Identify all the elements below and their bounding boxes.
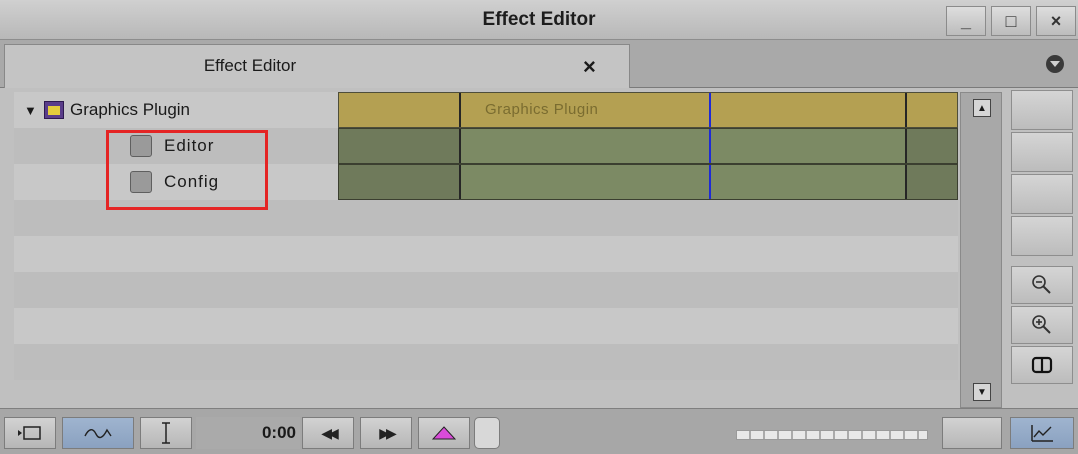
zoom-out-button[interactable] [1011,266,1073,304]
tree-item-label: Graphics Plugin [70,100,191,119]
minimize-icon: _ [960,10,971,31]
track-graphics-plugin[interactable]: Graphics Plugin [338,92,958,128]
graph-view-button[interactable] [1010,417,1074,449]
position-indicator [709,129,711,163]
track-editor[interactable] [338,128,958,164]
side-tool-button[interactable] [1011,174,1073,214]
keyframe-graph-button[interactable] [62,417,134,449]
row-stripe [14,344,958,380]
rewind-icon: ◀◀ [321,424,338,441]
track-divider [459,129,461,163]
row-stripe [14,272,958,308]
bottom-toolbar: 0:00 ◀◀ ▶▶ [0,408,1078,454]
rewind-button[interactable]: ◀◀ [302,417,354,449]
graph-icon [1031,425,1053,442]
track-divider [905,129,907,163]
track-view-button[interactable] [4,417,56,449]
side-toolbar [1008,88,1078,408]
track-divider [459,93,461,127]
track-config[interactable] [338,164,958,200]
side-tool-button[interactable] [1011,132,1073,172]
fast-forward-icon: ▶▶ [379,424,396,441]
text-cursor-button[interactable] [140,417,192,449]
track-divider [905,165,907,199]
tab-label: Effect Editor [203,56,297,75]
track-divider [459,165,461,199]
close-button[interactable]: × [1036,6,1076,36]
tab-close-icon[interactable]: × [583,54,596,80]
tab-effect-editor[interactable]: Effect Editor × [4,44,630,88]
side-tool-button[interactable] [1011,216,1073,256]
vertical-scrollbar[interactable]: ▲ ▼ [960,92,1002,408]
maximize-button[interactable]: □ [991,6,1031,36]
keyframe-triangle-icon [432,426,456,440]
fast-forward-button[interactable]: ▶▶ [360,417,412,449]
tree-item-graphics-plugin[interactable]: ▼ Graphics Plugin [14,92,338,128]
expand-triangle-icon[interactable]: ▼ [24,103,40,118]
ibeam-icon [162,422,170,444]
zoom-out-icon [1032,275,1051,294]
row-stripe [14,308,958,344]
side-tool-button[interactable] [1011,90,1073,130]
row-stripe [14,236,958,272]
position-indicator[interactable] [709,93,711,127]
option-checkbox[interactable] [474,417,500,449]
play-frame-icon [18,426,41,440]
zoom-slider[interactable] [736,430,928,440]
track-divider [905,93,907,127]
zoom-in-icon [1032,315,1051,334]
track-label: Graphics Plugin [485,101,599,118]
minimize-button[interactable]: _ [946,6,986,36]
timeline-tracks[interactable]: Graphics Plugin [338,92,958,200]
split-view-icon [1031,356,1053,374]
curve-icon [84,428,112,439]
scroll-down-button[interactable]: ▼ [973,383,991,401]
highlight-box [106,130,268,210]
maximize-icon: □ [1005,10,1017,31]
blank-tool-button[interactable] [942,417,1002,449]
close-icon: × [1050,10,1062,31]
track-segment [461,165,905,199]
add-keyframe-button[interactable] [418,417,470,449]
window-titlebar[interactable]: Effect Editor _ □ × [0,0,1078,40]
plugin-icon [44,101,64,119]
tab-bar: Effect Editor × [0,40,1078,88]
timecode-display: 0:00 [196,417,300,449]
split-view-button[interactable] [1011,346,1073,384]
scroll-down-icon: ▼ [977,386,987,398]
window-title: Effect Editor [482,9,596,30]
tab-menu-button[interactable] [1038,47,1072,81]
position-indicator [709,165,711,199]
scroll-up-icon: ▲ [977,102,987,114]
chevron-circle-icon [1046,55,1064,73]
scroll-up-button[interactable]: ▲ [973,99,991,117]
zoom-in-button[interactable] [1011,306,1073,344]
track-segment [461,129,905,163]
